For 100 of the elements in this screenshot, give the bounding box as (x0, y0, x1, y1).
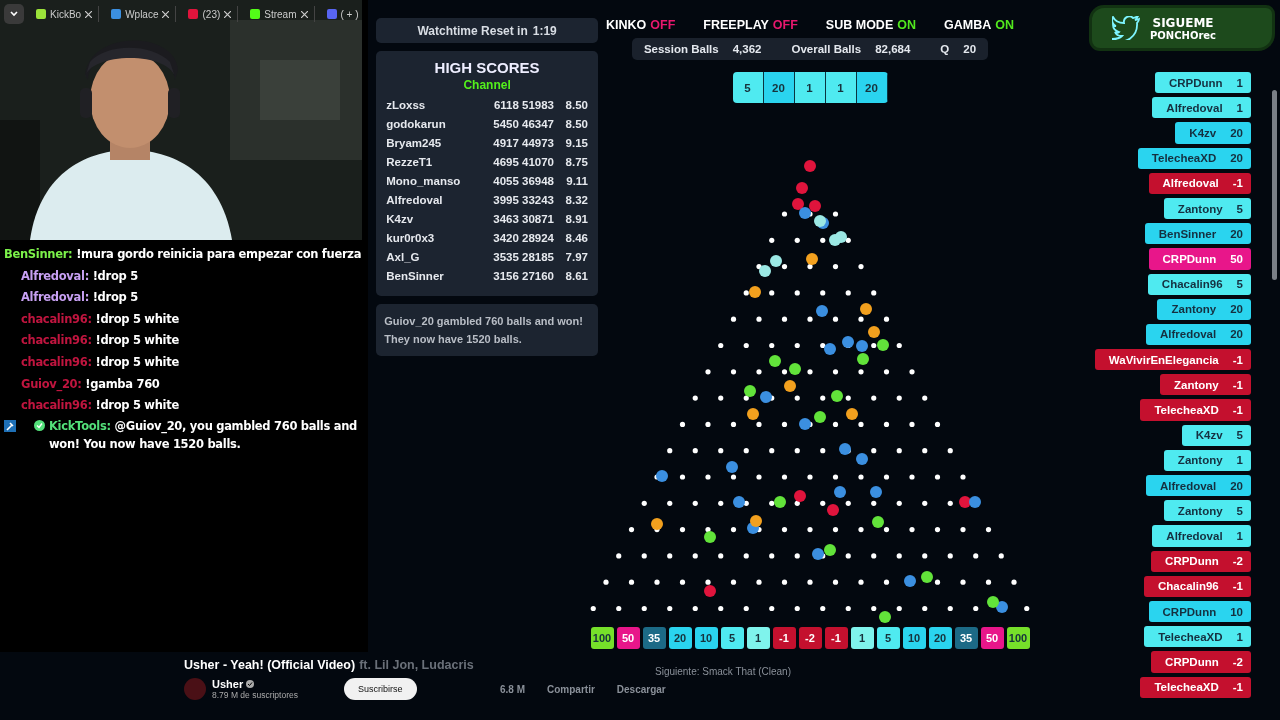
player-name: Alfredoval (1162, 177, 1219, 190)
drop-value: -1 (1232, 378, 1243, 391)
score-slot: -2 (798, 627, 822, 649)
drop-value: 20 (1230, 328, 1243, 341)
player-name: Alfredoval (1159, 328, 1217, 341)
high-scores-subtitle: Channel (463, 78, 511, 92)
browser-tab[interactable]: (23) (182, 6, 239, 22)
browser-tab[interactable]: Stream (244, 6, 315, 22)
score-slot: 100 (590, 627, 614, 649)
chat-message: BenSinner: !mura gordo reinicia para empezar con fuerza (4, 246, 363, 263)
download-button[interactable]: Descargar (616, 684, 666, 695)
player-name: TelecheaXD (1151, 152, 1217, 165)
stat-label: Q (940, 43, 950, 55)
score-cell-text: 8.91 (564, 212, 588, 227)
browser-tab[interactable]: Wplace (105, 6, 177, 22)
drop-value: 20 (1230, 479, 1243, 492)
close-icon[interactable] (85, 10, 93, 18)
gamba-message: Guiov_20 gambled 760 balls and won! They now have 1520 balls. (376, 304, 598, 356)
drop-value: -1 (1232, 580, 1243, 593)
drop-value: 20 (1230, 303, 1243, 316)
score-cell-text: BenSinner (386, 269, 445, 284)
subscribe-button[interactable]: Suscribirse (344, 678, 417, 700)
drop-value: -2 (1232, 555, 1243, 568)
score-cell-text: godokarun (386, 117, 447, 132)
player-name: Alfredoval (1166, 529, 1223, 542)
tab-icon (111, 9, 122, 19)
score-cell-text: Bryam245 (386, 136, 443, 151)
close-icon[interactable] (162, 10, 170, 18)
recent-drop: 1 (825, 72, 857, 103)
score-cell-text: RezzeT1 (386, 155, 434, 170)
drop-value: 10 (1230, 605, 1243, 618)
drop-value: 1 (1236, 529, 1243, 542)
close-icon[interactable] (224, 10, 232, 18)
score-cell-text: 8.46 (564, 231, 588, 246)
high-scores-title: HIGH SCORES (434, 59, 540, 76)
browser-tab[interactable]: KickBo (30, 6, 100, 22)
toggle-label: SUB MODE (825, 18, 894, 32)
score-cell-text: 6118 51983 (492, 98, 554, 113)
tab-icon (36, 9, 46, 19)
score-slot: 100 (1006, 627, 1030, 649)
player-name: CRPDunn (1165, 555, 1219, 568)
recent-drop: 1 (794, 72, 826, 103)
score-slot: 5 (720, 627, 744, 649)
drop-value: 1 (1236, 630, 1243, 643)
score-slot: 1 (850, 627, 874, 649)
verified-icon (34, 419, 45, 431)
toggle-state: OFF (650, 18, 676, 32)
drop-value: 20 (1230, 152, 1243, 165)
drop-value: -1 (1232, 177, 1243, 190)
drop-value: -1 (1232, 681, 1243, 694)
score-cell-text: 9.15 (564, 136, 588, 151)
player-name: CRPDunn (1168, 76, 1223, 89)
video-title: Usher - Yeah! (Official Video) (184, 658, 356, 672)
player-name: Zantony (1171, 303, 1217, 316)
chevron-down-icon (10, 11, 18, 17)
toggle-state: ON (995, 18, 1014, 32)
stat-label: Overall Balls (791, 43, 862, 55)
score-slot: 20 (668, 627, 692, 649)
chat-message: chacalin96: !drop 5 white (20, 353, 180, 371)
banner-title: SIGUEME (1152, 15, 1214, 30)
chat-message: Alfredoval: !drop 5 (20, 267, 139, 285)
score-cell-text: Axl_G (386, 250, 421, 265)
score-cell-text: 8.61 (564, 269, 588, 284)
score-cell-text: 7.97 (564, 250, 588, 265)
score-cell-text: Mono_manso (386, 174, 462, 189)
player-name: Zantony (1177, 504, 1223, 517)
subscriber-count: 8.79 M de suscriptores (212, 690, 298, 700)
tab-icon (326, 9, 337, 19)
scrollbar[interactable] (1272, 90, 1277, 280)
score-slot: 5 (876, 627, 900, 649)
chat-message: Guiov_20: !gamba 760 (20, 375, 161, 394)
next-video: Siguiente: Smack That (Clean) (655, 666, 791, 677)
player-name: Alfredoval (1159, 479, 1217, 492)
video-subtitle: ft. Lil Jon, Ludacris (359, 658, 474, 672)
drop-value: -1 (1232, 404, 1243, 417)
score-cell-text: 9.11 (565, 174, 588, 189)
channel-name: Usher (212, 678, 244, 690)
player-name: Zantony (1177, 202, 1223, 215)
bird-icon (1112, 16, 1140, 40)
score-slot: 20 (928, 627, 952, 649)
channel-avatar (184, 678, 206, 700)
chat-message: chacalin96: !drop 5 white (20, 332, 180, 350)
score-slot: 35 (642, 627, 666, 649)
like-button[interactable]: 6.8 M (500, 684, 525, 695)
drop-value: -2 (1232, 655, 1243, 668)
tab-list-button[interactable] (4, 4, 24, 24)
player-name: WaVivirEnElegancia (1108, 353, 1219, 366)
score-slot: -1 (824, 627, 848, 649)
close-icon[interactable] (300, 10, 308, 18)
browser-tab[interactable]: ( + ) (320, 6, 362, 22)
drop-value: 50 (1230, 252, 1243, 265)
score-slot: 1 (746, 627, 770, 649)
share-button[interactable]: Compartir (547, 684, 595, 695)
stat-value: 82,684 (875, 43, 911, 55)
drop-value: 1 (1236, 101, 1243, 114)
recent-drop: 20 (856, 72, 888, 103)
score-slot: 10 (902, 627, 926, 649)
toggle-label: KINKO (606, 18, 647, 32)
score-cell-text: 8.50 (564, 98, 588, 113)
score-cell-text: 3995 33243 (492, 193, 554, 208)
